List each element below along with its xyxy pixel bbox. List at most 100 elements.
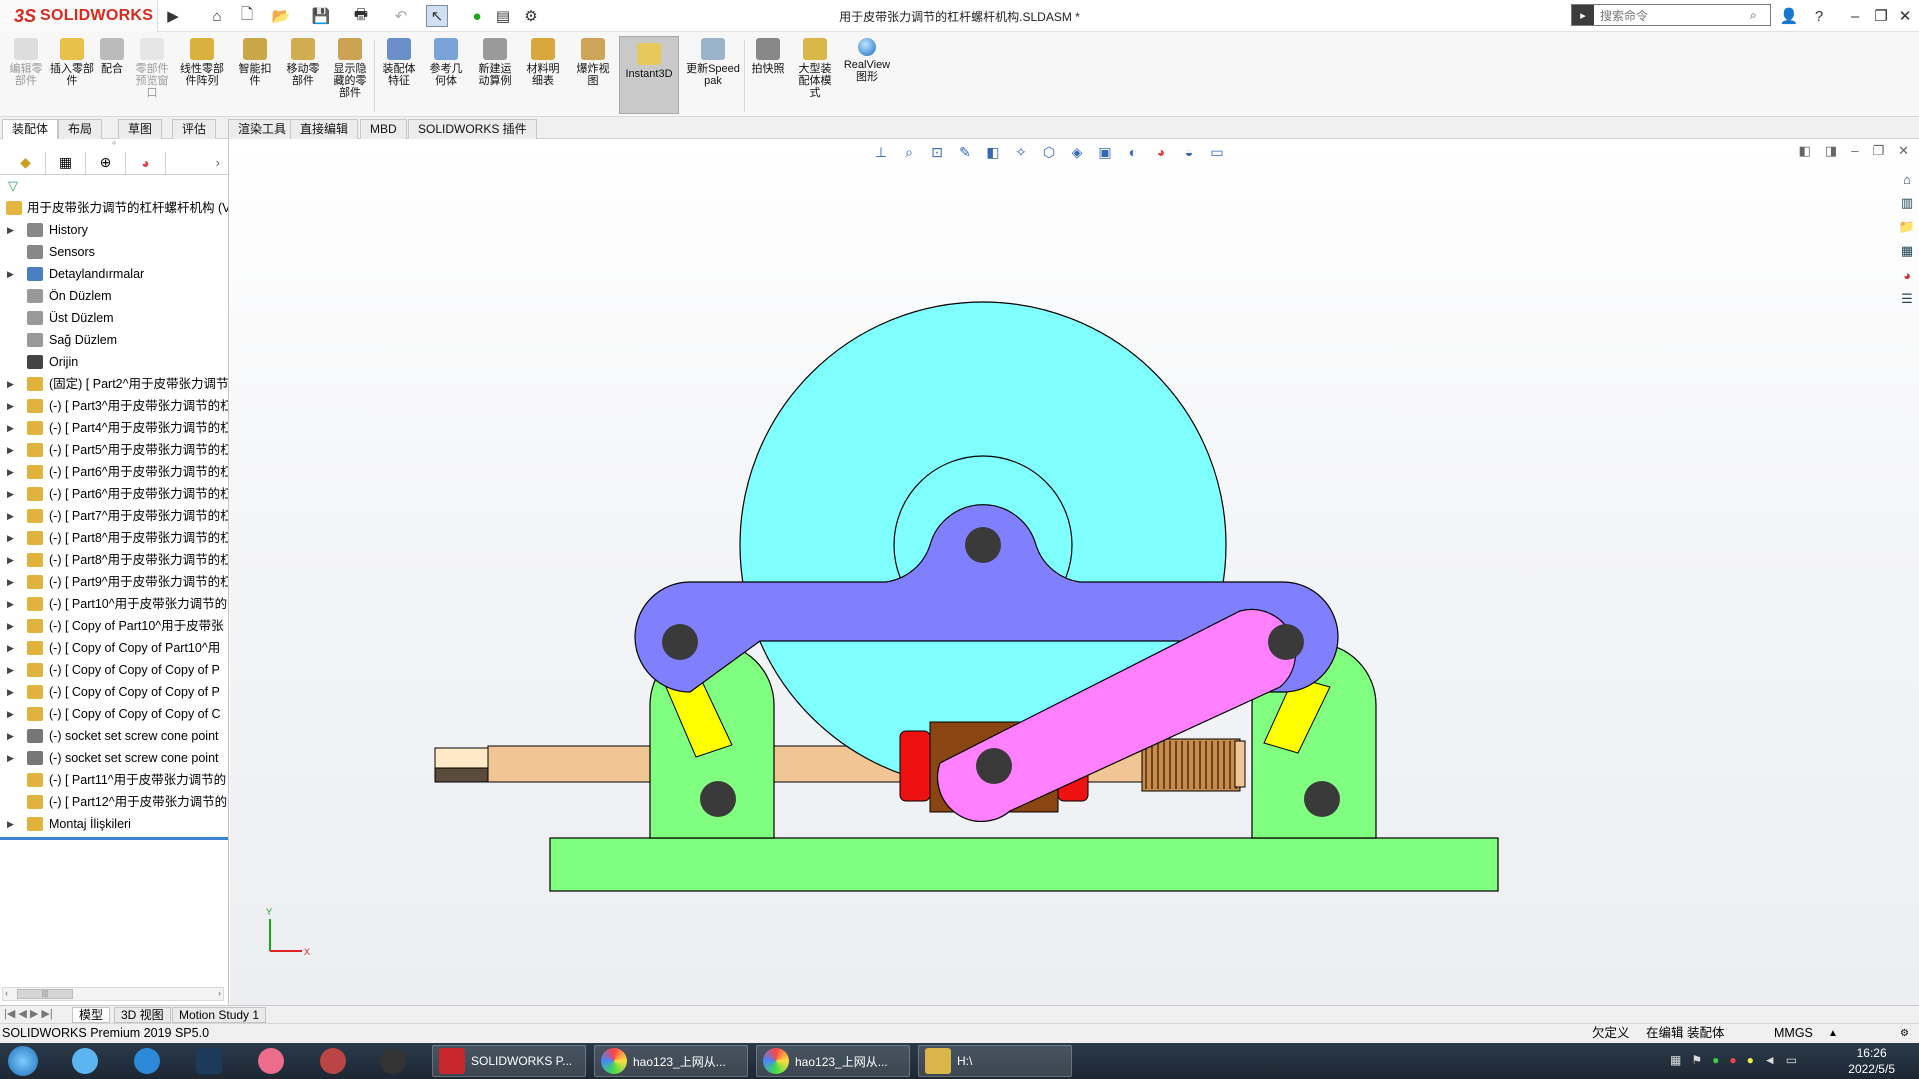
tree-item[interactable]: ▶ (-) [ Copy of Copy of Copy of C — [0, 703, 228, 725]
insert-component-button[interactable]: 插入零部件 — [50, 38, 94, 87]
collar-left[interactable] — [899, 730, 931, 802]
exploded-view-button[interactable]: 爆炸视图 — [572, 38, 614, 87]
mate-button[interactable]: 配合 — [98, 38, 126, 75]
custom-properties-icon[interactable]: ☰ — [1897, 289, 1917, 309]
large-assembly-mode-button[interactable]: 大型装配体模式 — [794, 38, 836, 99]
taskbar-pin-4[interactable] — [258, 1045, 290, 1077]
search-scope-icon[interactable]: ▸ — [1572, 5, 1594, 25]
taskbar-pin-5[interactable] — [320, 1045, 352, 1077]
tree-root[interactable]: 用于皮带张力调节的杠杆螺杆机构 (V — [0, 197, 228, 219]
tree-item[interactable]: ▶ (-) [ Part4^用于皮带张力调节的杠 — [0, 417, 228, 439]
bill-of-materials-button[interactable]: 材料明细表 — [522, 38, 564, 87]
screw-tip[interactable] — [1234, 740, 1246, 788]
taskbar-explorer[interactable]: H:\ — [918, 1045, 1072, 1077]
start-button[interactable] — [8, 1045, 44, 1077]
tree-item[interactable]: ▶ (-) [ Part10^用于皮带张力调节的 — [0, 593, 228, 615]
realview-button[interactable]: RealView图形 — [842, 38, 892, 83]
new-document-icon[interactable]: 🗋 — [236, 5, 258, 27]
tab-mbd[interactable]: MBD — [360, 119, 407, 139]
tree-item[interactable]: ▶ (-) [ Copy of Copy of Part10^用 — [0, 637, 228, 659]
scrollbar-thumb[interactable]: ||| — [17, 989, 73, 999]
configuration-manager-tab-icon[interactable]: ⊕ — [86, 151, 126, 174]
tab-nav-arrows-icon[interactable]: |◀ ◀ ▶ ▶| — [4, 1007, 53, 1020]
tree-item[interactable]: ▶ (-) socket set screw cone point — [0, 747, 228, 769]
solidworks-logo[interactable]: 3S SOLIDWORKS — [0, 0, 158, 32]
expand-arrow-icon[interactable]: ▶ — [7, 637, 14, 659]
scroll-right-icon[interactable]: › — [218, 988, 221, 998]
scroll-left-icon[interactable]: ‹ — [5, 988, 8, 998]
support-pin-left[interactable] — [700, 781, 736, 817]
pivot-pin-right[interactable] — [1268, 624, 1304, 660]
expand-arrow-icon[interactable]: ▶ — [7, 659, 14, 681]
linear-pattern-button[interactable]: 线性零部件阵列 — [178, 38, 226, 87]
tree-item[interactable]: ▶ (-) [ Part6^用于皮带张力调节的杠 — [0, 483, 228, 505]
tab-direct-editing[interactable]: 直接编辑 — [290, 119, 359, 139]
expand-arrow-icon[interactable]: ▶ — [7, 373, 14, 395]
panel-expand-arrow-icon[interactable]: › — [216, 155, 220, 170]
expand-menu-icon[interactable]: ▶ — [162, 5, 184, 27]
expand-arrow-icon[interactable]: ▶ — [7, 395, 14, 417]
tray-network-icon[interactable]: ▦ — [1670, 1053, 1681, 1067]
tab-sketch[interactable]: 草图 — [118, 119, 163, 139]
tree-item[interactable]: ▶ (-) [ Part8^用于皮带张力调节的杠 — [0, 527, 228, 549]
tray-sync-icon[interactable]: ● — [1747, 1053, 1754, 1067]
taskbar-browser-1[interactable]: hao123_上网从... — [594, 1045, 748, 1077]
feature-manager-tab-icon[interactable]: ◆ — [6, 151, 46, 174]
instant3d-button[interactable]: Instant3D — [619, 36, 679, 114]
pivot-pin-left[interactable] — [662, 624, 698, 660]
taskbar-solidworks[interactable]: SOLIDWORKS P... — [432, 1045, 586, 1077]
tree-item[interactable]: (-) [ Part12^用于皮带张力调节的 — [0, 791, 228, 813]
tree-item[interactable]: ▶ (-) [ Part5^用于皮带张力调节的杠 — [0, 439, 228, 461]
expand-arrow-icon[interactable]: ▶ — [7, 505, 14, 527]
update-speedpak-button[interactable]: 更新Speedpak — [686, 38, 740, 87]
expand-arrow-icon[interactable]: ▶ — [7, 593, 14, 615]
new-motion-study-button[interactable]: 新建运动算例 — [474, 38, 516, 87]
tray-flag-icon[interactable]: ⚑ — [1691, 1053, 1702, 1067]
home-icon[interactable]: ⌂ — [206, 5, 228, 27]
expand-arrow-icon[interactable]: ▶ — [7, 549, 14, 571]
tab-solidworks-addins[interactable]: SOLIDWORKS 插件 — [408, 119, 537, 139]
taskbar-pin-1[interactable] — [72, 1045, 104, 1077]
expand-arrow-icon[interactable]: ▶ — [7, 747, 14, 769]
base-plate[interactable] — [549, 837, 1499, 892]
tray-display-icon[interactable]: ▭ — [1786, 1053, 1797, 1067]
tree-item[interactable]: ▶ (-) [ Copy of Copy of Copy of P — [0, 681, 228, 703]
rebuild-icon[interactable]: ● — [466, 5, 488, 27]
support-pin-right[interactable] — [1304, 781, 1340, 817]
take-snapshot-button[interactable]: 拍快照 — [748, 38, 788, 75]
status-settings-icon[interactable]: ⚙ — [1900, 1024, 1909, 1043]
tree-item[interactable]: Ön Düzlem — [0, 285, 228, 307]
screw-end-square[interactable] — [434, 747, 491, 769]
block-pin[interactable] — [976, 748, 1012, 784]
select-icon[interactable]: ↖ — [426, 5, 448, 27]
file-explorer-icon[interactable]: 📁 — [1897, 217, 1917, 237]
expand-arrow-icon[interactable]: ▶ — [7, 571, 14, 593]
display-manager-tab-icon[interactable]: ◕ — [126, 151, 166, 174]
status-units[interactable]: MMGS — [1774, 1024, 1813, 1043]
assembly-features-button[interactable]: 装配体特征 — [378, 38, 420, 87]
expand-arrow-icon[interactable]: ▶ — [7, 615, 14, 637]
reference-geometry-button[interactable]: 参考几何体 — [426, 38, 466, 87]
tab-assembly[interactable]: 装配体 — [2, 119, 59, 139]
file-properties-icon[interactable]: ▤ — [492, 5, 514, 27]
tab-layout[interactable]: 布局 — [58, 119, 103, 139]
user-icon[interactable]: 👤 — [1778, 5, 1800, 27]
taskbar-pin-6[interactable] — [380, 1045, 412, 1077]
taskbar-pin-3[interactable] — [196, 1045, 228, 1077]
print-icon[interactable]: 🖶 — [350, 5, 372, 27]
tree-item[interactable]: ▶ (-) [ Part9^用于皮带张力调节的杠 — [0, 571, 228, 593]
tree-item[interactable]: ▶ History — [0, 219, 228, 241]
expand-arrow-icon[interactable]: ▶ — [7, 461, 14, 483]
expand-arrow-icon[interactable]: ▶ — [7, 439, 14, 461]
graphics-area[interactable]: ⊥ ⌕ ⊡ ✎ ◧ ✧ ⬡ ◈ ▣ ◐ ◕ ◒ ▭ ◧ ◨ – ❐ ✕ Y X … — [230, 139, 1919, 1005]
expand-arrow-icon[interactable]: ▶ — [7, 527, 14, 549]
expand-arrow-icon[interactable]: ▶ — [7, 263, 14, 285]
panel-grip[interactable]: ∘ — [0, 139, 228, 151]
tree-item[interactable]: ▶ (-) socket set screw cone point — [0, 725, 228, 747]
minimize-icon[interactable]: – — [1844, 5, 1866, 27]
tree-item[interactable]: Orijin — [0, 351, 228, 373]
undo-icon[interactable]: ↶ — [390, 5, 412, 27]
appearances-icon[interactable]: ◕ — [1897, 265, 1917, 285]
clock[interactable]: 16:26 2022/5/5 — [1848, 1045, 1895, 1077]
restore-icon[interactable]: ❐ — [1870, 5, 1892, 27]
